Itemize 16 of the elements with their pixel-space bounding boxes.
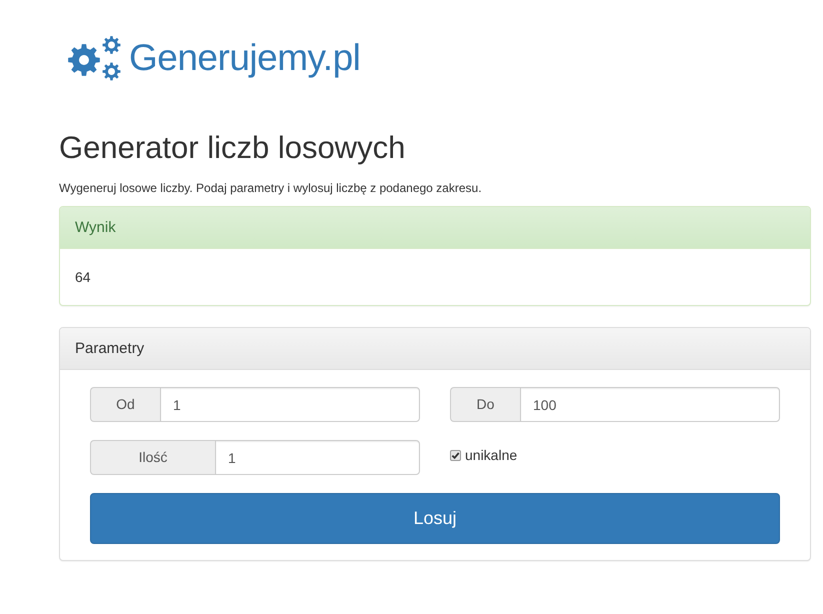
input-field[interactable]: 1 (160, 387, 420, 422)
field-label: Od (90, 387, 160, 422)
site-logo-text[interactable]: Generujemy.pl (129, 34, 360, 82)
result-value: 64 (75, 269, 91, 285)
page-description: Wygeneruj losowe liczby. Podaj parametry i wylosuj liczbę z podanego zakresu. (59, 180, 483, 196)
field-label: Ilość (90, 440, 215, 475)
draw-button[interactable]: Losuj (90, 493, 780, 544)
input-field[interactable]: 100 (520, 387, 780, 422)
checkbox[interactable] (450, 450, 461, 460)
field-label: Do (450, 387, 520, 422)
input-field[interactable]: 1 (215, 440, 420, 475)
gears-icon (68, 35, 121, 81)
checkbox-label[interactable]: unikalne (465, 446, 518, 464)
panel-heading: Wynik (60, 207, 810, 249)
page-title: Generator liczb losowych (59, 129, 406, 167)
panel-heading: Parametry (60, 328, 810, 370)
